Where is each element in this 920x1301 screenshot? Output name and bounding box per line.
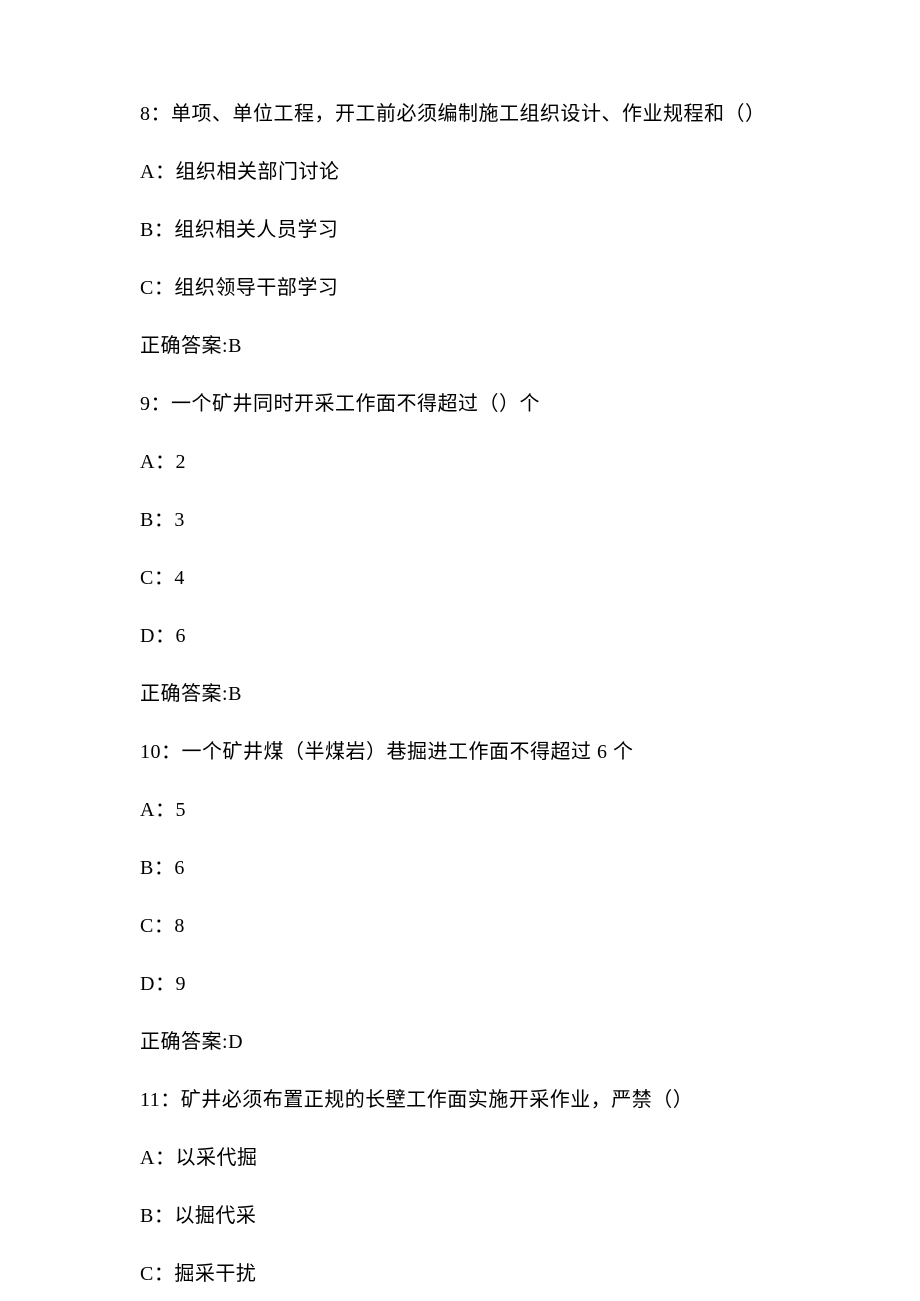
option: C：4: [140, 564, 780, 592]
question-stem: 10：一个矿井煤（半煤岩）巷掘进工作面不得超过 6 个: [140, 738, 780, 766]
option: C：组织领导干部学习: [140, 274, 780, 302]
option: B：6: [140, 854, 780, 882]
document-body: 8：单项、单位工程，开工前必须编制施工组织设计、作业规程和（） A：组织相关部门…: [140, 100, 780, 1288]
answer-line: 正确答案:D: [140, 1028, 780, 1056]
option: B：3: [140, 506, 780, 534]
option: A：以采代掘: [140, 1144, 780, 1172]
option: A：2: [140, 448, 780, 476]
question-stem: 9：一个矿井同时开采工作面不得超过（）个: [140, 390, 780, 418]
question-stem: 11：矿井必须布置正规的长壁工作面实施开采作业，严禁（）: [140, 1086, 780, 1114]
option: B：以掘代采: [140, 1202, 780, 1230]
option: A：组织相关部门讨论: [140, 158, 780, 186]
question-stem: 8：单项、单位工程，开工前必须编制施工组织设计、作业规程和（）: [140, 100, 780, 128]
option: C：8: [140, 912, 780, 940]
option: C：掘采干扰: [140, 1260, 780, 1288]
option: D：9: [140, 970, 780, 998]
option: A：5: [140, 796, 780, 824]
option: D：6: [140, 622, 780, 650]
answer-line: 正确答案:B: [140, 680, 780, 708]
answer-line: 正确答案:B: [140, 332, 780, 360]
option: B：组织相关人员学习: [140, 216, 780, 244]
